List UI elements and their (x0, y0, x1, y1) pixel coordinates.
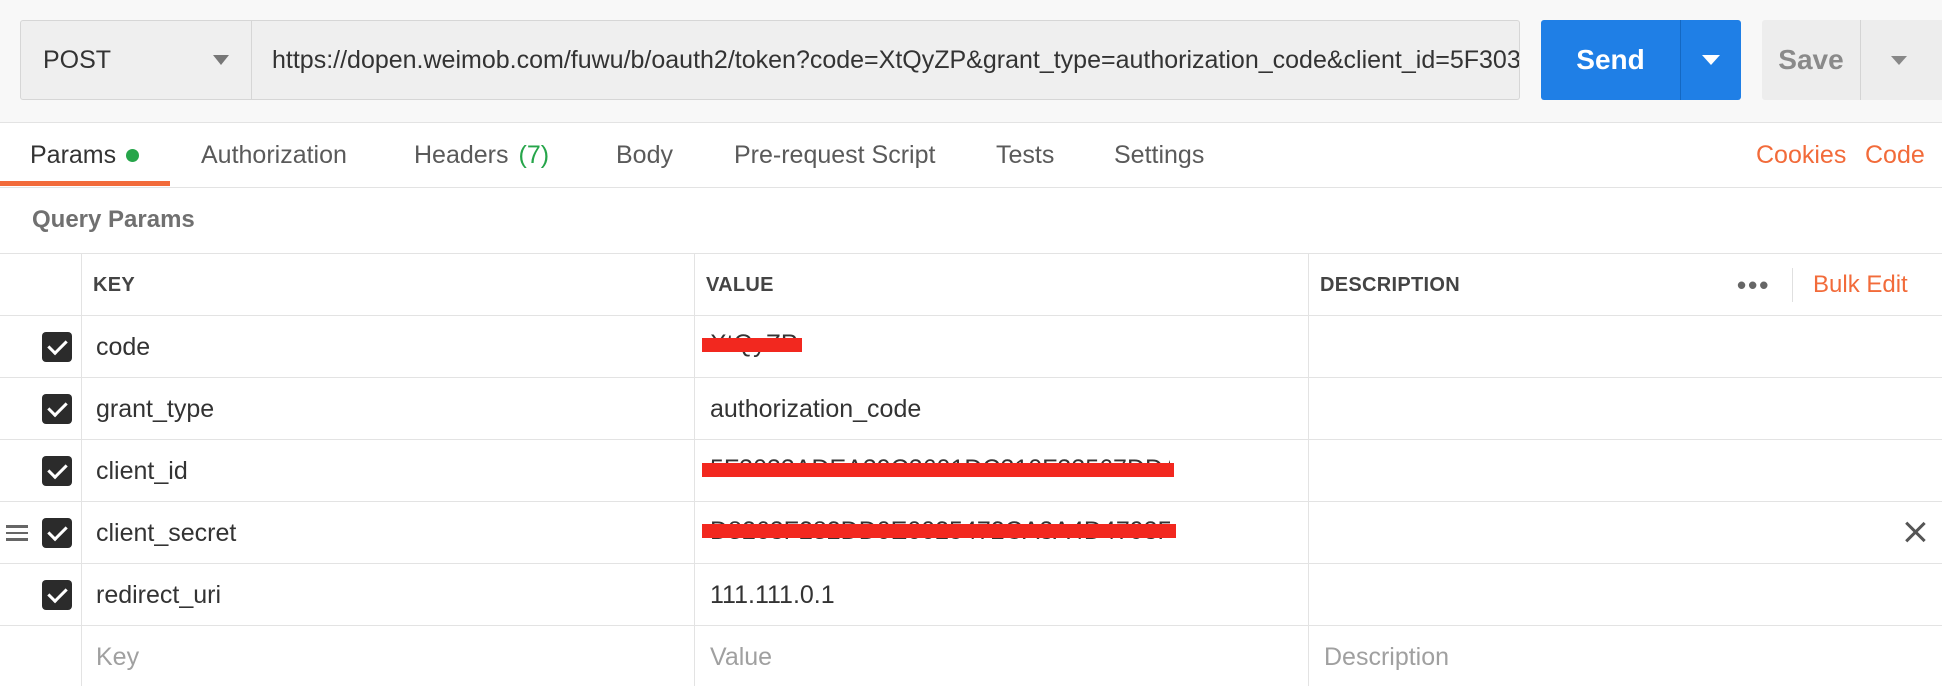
param-key[interactable]: code (96, 316, 150, 378)
tab-body[interactable]: Body (616, 123, 673, 187)
column-divider (81, 253, 82, 686)
param-key[interactable]: client_id (96, 440, 188, 502)
tab-authorization[interactable]: Authorization (201, 123, 347, 187)
cookies-link[interactable]: Cookies (1756, 123, 1846, 187)
query-params-title: Query Params (32, 206, 195, 233)
chevron-down-icon (1891, 55, 1907, 65)
save-options-button[interactable] (1860, 20, 1942, 100)
tab-label: Params (30, 140, 117, 169)
table-row: client_secret D8263F282DD0E0025472CA3A4D… (0, 502, 1942, 564)
chevron-down-icon (213, 55, 229, 65)
row-checkbox[interactable] (42, 456, 72, 486)
params-table: KEY VALUE DESCRIPTION ••• Bulk Edit code… (0, 253, 1942, 686)
request-tabs: Params Authorization Headers (7) Body Pr… (0, 122, 1942, 188)
key-input[interactable]: Key (96, 626, 139, 686)
tab-pre-request-script[interactable]: Pre-request Script (734, 123, 935, 187)
description-input[interactable]: Description (1324, 626, 1449, 686)
new-param-row: Key Value Description (0, 626, 1942, 686)
url-input[interactable]: https://dopen.weimob.com/fuwu/b/oauth2/t… (252, 20, 1520, 100)
param-key[interactable]: grant_type (96, 378, 214, 440)
key-column-header: KEY (93, 273, 136, 296)
divider (1792, 268, 1793, 302)
status-dot-icon (126, 148, 140, 162)
row-checkbox[interactable] (42, 394, 72, 424)
bulk-edit-link[interactable]: Bulk Edit (1813, 254, 1908, 316)
send-button-group: Send (1541, 20, 1741, 100)
table-row: code XtQyZP (0, 316, 1942, 378)
tab-params[interactable]: Params (30, 123, 140, 187)
close-icon[interactable] (1900, 517, 1930, 547)
value-column-header: VALUE (706, 273, 774, 296)
table-row: redirect_uri 111.111.0.1 (0, 564, 1942, 626)
method-select[interactable]: POST (20, 20, 252, 100)
row-checkbox[interactable] (42, 518, 72, 548)
code-link[interactable]: Code (1865, 123, 1925, 187)
send-options-button[interactable] (1680, 20, 1741, 100)
redaction-mark (702, 524, 1176, 538)
send-button[interactable]: Send (1541, 20, 1680, 100)
row-checkbox[interactable] (42, 580, 72, 610)
headers-count-badge: (7) (518, 140, 550, 169)
table-row: client_id 5F3033ADEA39C3601DC310F33567DD… (0, 440, 1942, 502)
active-tab-indicator (0, 181, 170, 186)
value-input[interactable]: Value (710, 626, 772, 686)
more-options-icon[interactable]: ••• (1737, 254, 1770, 316)
save-button-group: Save (1762, 20, 1942, 100)
redaction-mark (702, 338, 802, 352)
redaction-mark (702, 463, 1174, 477)
request-bar: POST https://dopen.weimob.com/fuwu/b/oau… (0, 0, 1942, 122)
column-divider (694, 253, 695, 686)
param-value[interactable]: authorization_code (710, 378, 921, 440)
drag-handle-icon[interactable] (6, 525, 28, 541)
method-label: POST (43, 45, 112, 74)
tab-label: Headers (414, 140, 509, 169)
param-value[interactable]: 111.111.0.1 (710, 564, 835, 626)
param-key[interactable]: redirect_uri (96, 564, 221, 626)
row-checkbox[interactable] (42, 332, 72, 362)
tab-tests[interactable]: Tests (996, 123, 1054, 187)
param-key[interactable]: client_secret (96, 502, 236, 564)
description-column-header: DESCRIPTION (1320, 273, 1460, 296)
chevron-down-icon (1702, 55, 1720, 65)
save-button[interactable]: Save (1762, 20, 1860, 100)
tab-settings[interactable]: Settings (1114, 123, 1204, 187)
table-header-row: KEY VALUE DESCRIPTION ••• Bulk Edit (0, 254, 1942, 316)
column-divider (1308, 253, 1309, 686)
table-row: grant_type authorization_code (0, 378, 1942, 440)
tab-headers[interactable]: Headers (7) (414, 123, 549, 187)
